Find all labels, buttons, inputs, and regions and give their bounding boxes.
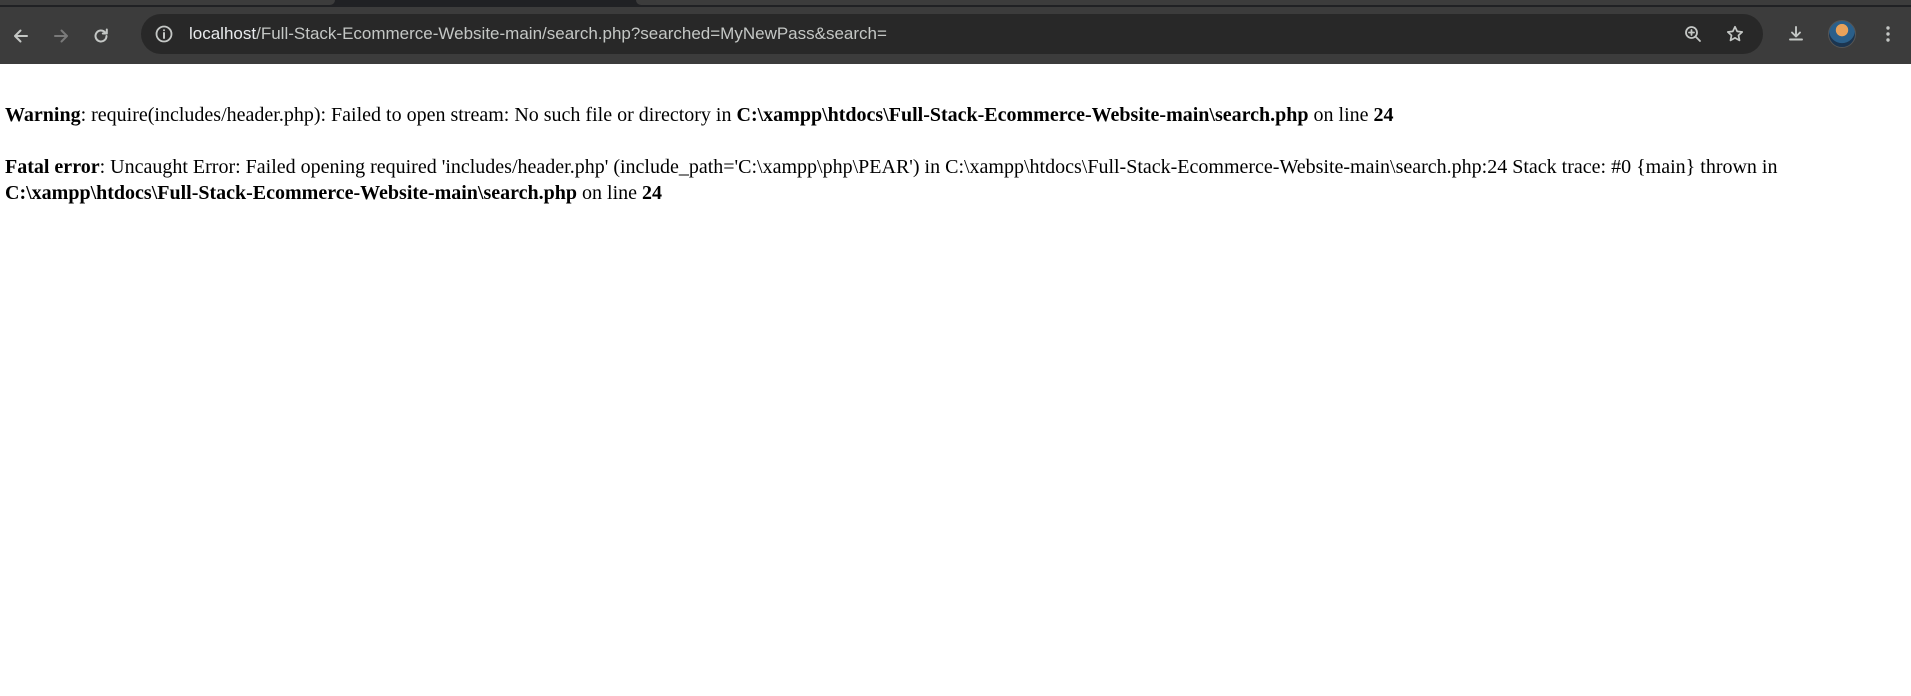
warning-file: C:\xampp\htdocs\Full-Stack-Ecommerce-Web…: [736, 104, 1309, 126]
download-icon: [1789, 26, 1803, 41]
warning-on-line: on line: [1308, 104, 1374, 126]
url-path: /Full-Stack-Ecommerce-Website-main/searc…: [256, 24, 887, 43]
info-icon: [155, 25, 173, 43]
fatal-error-text: : Uncaught Error: Failed opening require…: [99, 156, 1778, 178]
warning-label: Warning: [5, 104, 81, 126]
arrow-left-icon: [14, 29, 28, 42]
warning-text: : require(includes/header.php): Failed t…: [80, 104, 737, 126]
omnibox-actions: [1683, 14, 1745, 54]
fatal-error-message: Fatal error: Uncaught Error: Failed open…: [5, 154, 1911, 206]
reload-icon: [94, 28, 108, 42]
avatar: [1828, 20, 1856, 48]
forward-button[interactable]: [42, 17, 80, 55]
fatal-error-line-number: 24: [642, 182, 663, 204]
browser-chrome: localhost/Full-Stack-Ecommerce-Website-m…: [0, 0, 1911, 64]
warning-line-number: 24: [1373, 104, 1394, 126]
tab-edge-right: [636, 0, 1911, 5]
menu-button[interactable]: [1865, 14, 1911, 54]
url-host: localhost: [189, 24, 257, 43]
arrow-right-icon: [54, 29, 68, 42]
warning-message: Warning: require(includes/header.php): F…: [5, 102, 1911, 128]
zoom-in-icon[interactable]: [1683, 24, 1703, 44]
site-info-button[interactable]: [151, 21, 177, 47]
fatal-error-on-line: on line: [577, 182, 643, 204]
tab-edge-left: [0, 0, 335, 5]
toolbar-right: [1773, 14, 1911, 54]
fatal-error-file: C:\xampp\htdocs\Full-Stack-Ecommerce-Web…: [5, 182, 578, 204]
back-button[interactable]: [2, 17, 40, 55]
profile-button[interactable]: [1819, 14, 1865, 54]
toolbar: localhost/Full-Stack-Ecommerce-Website-m…: [0, 7, 1911, 64]
tab-strip: [0, 0, 1911, 7]
kebab-menu-icon: [1886, 26, 1890, 42]
star-icon[interactable]: [1725, 24, 1745, 44]
downloads-button[interactable]: [1773, 14, 1819, 54]
reload-button[interactable]: [82, 17, 120, 55]
fatal-error-label: Fatal error: [5, 156, 100, 178]
page-content: Warning: require(includes/header.php): F…: [0, 64, 1911, 206]
url-text[interactable]: localhost/Full-Stack-Ecommerce-Website-m…: [189, 24, 887, 44]
address-bar[interactable]: localhost/Full-Stack-Ecommerce-Website-m…: [141, 14, 1763, 54]
